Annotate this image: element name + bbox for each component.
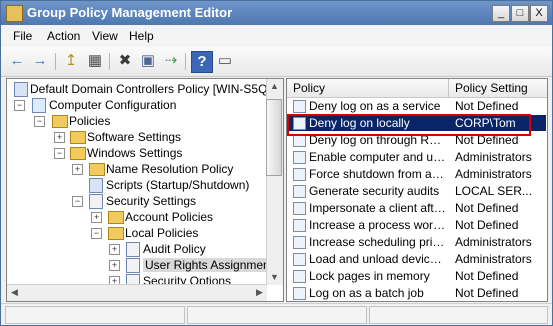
menu-bar: File Action View Help [1,25,552,48]
scroll-left-icon[interactable]: ◀ [7,285,22,300]
policy-icon [14,82,28,97]
table-row[interactable]: Increase a process workin... Not Defined [287,217,546,233]
status-segment [5,306,185,324]
collapse-icon[interactable]: − [14,100,25,111]
close-button[interactable]: X [530,5,548,22]
toolbar-separator [185,53,186,70]
show-hide-tree-icon[interactable]: ▦ [85,51,105,71]
collapse-icon[interactable]: − [54,148,65,159]
view-icon[interactable]: ▭ [215,51,235,71]
table-row[interactable]: Enable computer and user... Administrato… [287,149,546,165]
policy-list-pane[interactable]: Policy Policy Setting Deny log on as a s… [286,78,548,302]
policy-item-icon [293,253,306,266]
maximize-button[interactable]: □ [511,5,529,22]
menu-file[interactable]: File [13,29,32,43]
up-folder-icon[interactable]: ↥ [61,51,81,71]
audit-policy-icon [126,242,140,257]
policy-item-icon [293,117,306,130]
folder-icon [70,131,86,144]
table-row[interactable]: Log on as a batch job Not Defined [287,285,546,301]
window-title: Group Policy Management Editor [27,5,233,20]
console-tree-pane[interactable]: Default Domain Controllers Policy [WIN-S… [6,78,284,302]
collapse-icon[interactable]: − [72,196,83,207]
folder-icon [108,227,124,240]
table-row-selected[interactable]: Deny log on locally CORP\Tom [287,115,546,131]
security-icon [89,194,103,209]
forward-arrow-icon[interactable]: → [30,51,50,71]
status-segment [369,306,548,324]
table-row[interactable]: Deny log on as a service Not Defined [287,98,546,114]
scroll-thumb[interactable] [266,99,282,176]
expand-icon[interactable]: + [91,212,102,223]
delete-icon[interactable]: ✖ [115,51,135,71]
back-arrow-icon[interactable]: ← [7,51,27,71]
scroll-right-icon[interactable]: ▶ [252,285,267,300]
table-row[interactable]: Load and unload device dr... Administrat… [287,251,546,267]
folder-icon [70,147,86,160]
toolbar-separator [109,53,110,70]
user-rights-icon [126,258,140,273]
policy-item-icon [293,287,306,300]
column-divider[interactable] [448,79,449,97]
policy-item-icon [293,236,306,249]
scroll-up-icon[interactable]: ▲ [267,79,282,94]
table-row[interactable]: Force shutdown from a re... Administrato… [287,166,546,182]
status-segment [187,306,367,324]
table-row[interactable]: Impersonate a client after... Not Define… [287,200,546,216]
folder-icon [108,211,124,224]
scripts-icon [89,178,103,193]
group-policy-management-editor-window: Group Policy Management Editor _ □ X Fil… [0,0,553,326]
collapse-icon[interactable]: − [91,228,102,239]
toolbar: ← → ↥ ▦ ✖ ▣ ⇢ ? ▭ [1,47,552,77]
folder-icon [52,115,68,128]
title-bar: Group Policy Management Editor _ □ X [1,1,552,25]
properties-icon[interactable]: ▣ [138,51,158,71]
menu-view[interactable]: View [92,29,118,43]
policy-item-icon [293,100,306,113]
policy-item-icon [293,270,306,283]
expand-icon[interactable]: + [109,260,120,271]
table-row[interactable]: Deny log on through Rem... Not Defined [287,132,546,148]
table-row[interactable]: Generate security audits LOCAL SER... [287,183,546,199]
expand-icon[interactable]: + [72,164,83,175]
computer-icon [32,98,46,113]
table-row[interactable]: Lock pages in memory Not Defined [287,268,546,284]
toolbar-separator [55,53,56,70]
policy-item-icon [293,168,306,181]
menu-action[interactable]: Action [47,29,80,43]
help-icon[interactable]: ? [191,51,213,73]
table-row[interactable]: Increase scheduling priority Administrat… [287,234,546,250]
menu-help[interactable]: Help [129,29,154,43]
column-policy-header[interactable]: Policy [293,81,325,95]
expand-icon[interactable]: + [109,244,120,255]
policy-item-icon [293,134,306,147]
policy-item-icon [293,202,306,215]
column-setting-header[interactable]: Policy Setting [455,81,528,95]
collapse-icon[interactable]: − [34,116,45,127]
list-header: Policy Policy Setting [287,79,547,98]
export-icon[interactable]: ⇢ [161,51,181,71]
scroll-down-icon[interactable]: ▼ [267,270,282,285]
tree-vertical-scrollbar[interactable]: ▲ ▼ [266,79,283,285]
policy-item-icon [293,219,306,232]
tree-horizontal-scrollbar[interactable]: ◀ ▶ [7,284,267,301]
expand-icon[interactable]: + [54,132,65,143]
policy-item-icon [293,185,306,198]
minimize-button[interactable]: _ [492,5,510,22]
status-bar [1,303,552,325]
folder-icon [89,163,105,176]
policy-item-icon [293,151,306,164]
app-icon [6,5,23,22]
